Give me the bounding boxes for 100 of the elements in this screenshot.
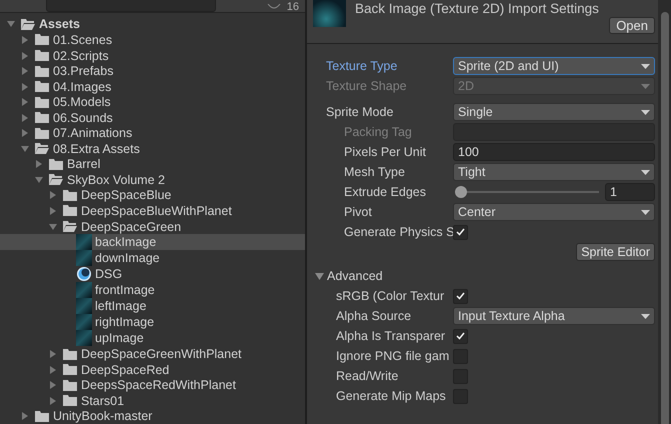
folder-icon — [62, 394, 78, 408]
slider-thumb[interactable] — [455, 186, 467, 198]
tree-item[interactable]: DeepSpaceRed — [0, 362, 305, 378]
tree-item-label: SkyBox Volume 2 — [67, 172, 165, 187]
tree-item-label: 02.Scripts — [53, 48, 109, 63]
expanded-arrow-icon[interactable] — [20, 144, 30, 154]
tree-item[interactable]: DeepSpaceBlueWithPlanet — [0, 203, 305, 219]
tree-item[interactable]: 07.Animations — [0, 125, 305, 142]
expanded-arrow-icon[interactable] — [6, 19, 16, 30]
tree-item[interactable]: Barrel — [0, 156, 305, 172]
tree-item-label: upImage — [95, 331, 144, 346]
check-icon — [456, 228, 465, 236]
collapsed-arrow-icon[interactable] — [20, 112, 30, 123]
tree-item[interactable]: DeepSpaceBlue — [0, 188, 305, 204]
folder-icon — [62, 363, 78, 376]
collapsed-arrow-icon[interactable] — [20, 128, 30, 138]
tree-item[interactable]: downImage — [0, 250, 305, 266]
folder-icon — [62, 204, 78, 218]
expanded-arrow-icon[interactable] — [315, 272, 324, 280]
checkbox[interactable] — [453, 288, 468, 304]
folder-icon — [48, 158, 64, 171]
tree-item-label: DeepsSpaceRedWithPlanet — [81, 378, 236, 392]
tree-item-label: 04.Images — [53, 80, 112, 94]
tree-item[interactable]: upImage — [0, 330, 305, 346]
scrollbar-thumb[interactable] — [660, 12, 668, 424]
tree-item[interactable]: 05.Models — [0, 94, 305, 110]
tree-item-label: 03.Prefabs — [53, 64, 114, 78]
tree-item[interactable]: 06.Sounds — [0, 110, 305, 126]
collapsed-arrow-icon[interactable] — [20, 97, 30, 108]
check-icon — [456, 292, 465, 300]
collapsed-arrow-icon[interactable] — [48, 190, 58, 200]
sprite-editor-button[interactable]: Sprite Editor — [576, 243, 655, 261]
collapsed-arrow-icon[interactable] — [48, 349, 58, 360]
number-field[interactable]: 1 — [605, 183, 655, 201]
tree-item-label: DeepSpaceRed — [81, 362, 170, 377]
caret-icon — [641, 314, 650, 318]
property-label: Texture Shape — [325, 79, 408, 93]
dropdown[interactable]: Sprite (2D and UI) — [453, 57, 655, 75]
tree-item[interactable]: leftImage — [0, 298, 305, 314]
tree-item-label: 05.Models — [53, 95, 111, 110]
expanded-arrow-icon[interactable] — [48, 222, 58, 232]
folder-icon — [34, 49, 50, 62]
section-title[interactable]: Advanced — [327, 269, 383, 283]
collapsed-arrow-icon[interactable] — [48, 206, 58, 216]
collapsed-arrow-icon[interactable] — [48, 380, 58, 390]
property-label: Packing Tag — [343, 125, 413, 139]
tree-item[interactable]: UnityBook-master — [0, 408, 305, 424]
dropdown[interactable]: Single — [453, 103, 655, 121]
collapsed-arrow-icon[interactable] — [20, 50, 30, 61]
tree-item-label: 01.Scenes — [53, 32, 112, 47]
texture-thumbnail — [76, 282, 92, 298]
checkbox[interactable] — [453, 328, 468, 344]
collapsed-arrow-icon[interactable] — [20, 82, 30, 92]
tree-item[interactable]: backImage — [0, 234, 305, 250]
collapsed-arrow-icon[interactable] — [34, 159, 44, 170]
folder-icon — [34, 33, 50, 46]
property-label: Alpha Is Transparer — [335, 329, 446, 343]
tree-item[interactable]: rightImage — [0, 314, 305, 330]
tree-item-label: frontImage — [95, 283, 155, 298]
tree-item[interactable]: DeepsSpaceRedWithPlanet — [0, 377, 305, 393]
property-label: Texture Type — [325, 59, 398, 73]
dropdown[interactable]: Input Texture Alpha — [453, 307, 655, 325]
tree-item[interactable]: 03.Prefabs — [0, 63, 305, 79]
tree-item[interactable]: 04.Images — [0, 78, 305, 94]
tree-item[interactable]: Assets — [0, 16, 305, 32]
caret-icon — [641, 64, 650, 68]
tree-item[interactable]: SkyBox Volume 2 — [0, 172, 305, 188]
property-label: Ignore PNG file gam — [335, 349, 450, 363]
collapsed-arrow-icon[interactable] — [20, 411, 30, 422]
tree-item[interactable]: DeepSpaceGreen — [0, 218, 305, 234]
sphere-icon — [76, 266, 92, 282]
dropdown[interactable]: Center — [453, 203, 655, 221]
dropdown[interactable]: Tight — [453, 163, 655, 181]
open-folder-icon — [20, 18, 36, 31]
expanded-arrow-icon[interactable] — [34, 174, 44, 185]
tree-item[interactable]: DSG — [0, 266, 305, 282]
folder-icon — [34, 64, 50, 78]
tree-item-label: 07.Animations — [53, 126, 132, 140]
caret-icon — [641, 110, 650, 114]
collapsed-arrow-icon[interactable] — [20, 34, 30, 45]
collapsed-arrow-icon[interactable] — [48, 396, 58, 406]
folder-icon — [62, 188, 78, 202]
tree-item[interactable]: DeepSpaceGreenWithPlanet — [0, 346, 305, 362]
texture-preview — [313, 0, 346, 27]
texture-thumbnail — [76, 314, 92, 330]
tree-item[interactable]: Stars01 — [0, 392, 305, 408]
tree-item[interactable]: 01.Scenes — [0, 32, 305, 48]
open-button[interactable]: Open — [609, 17, 655, 34]
tree-item-label: 08.Extra Assets — [53, 142, 140, 156]
folder-icon — [34, 96, 50, 109]
tree-item[interactable]: frontImage — [0, 282, 305, 298]
collapsed-arrow-icon[interactable] — [48, 364, 58, 375]
texture-thumbnail — [76, 250, 92, 266]
tree-item[interactable]: 08.Extra Assets — [0, 141, 305, 157]
tree-item[interactable]: 02.Scripts — [0, 48, 305, 64]
property-label: Read/Write — [335, 369, 400, 383]
inspector-title: Back Image (Texture 2D) Import Settings — [355, 1, 599, 16]
input-field[interactable]: 100 — [453, 143, 655, 161]
checkbox[interactable] — [453, 224, 468, 240]
collapsed-arrow-icon[interactable] — [20, 66, 30, 76]
